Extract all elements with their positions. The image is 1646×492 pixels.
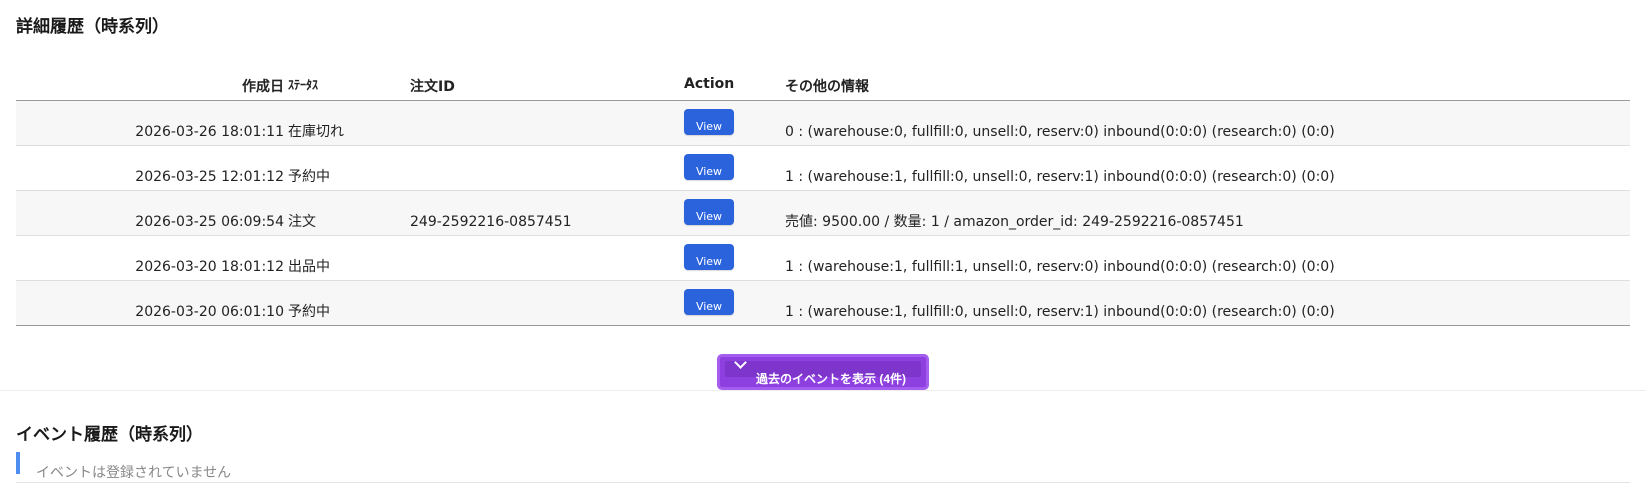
empty-event-notice: イベントは登録されていません	[16, 452, 1630, 483]
row-status: 出品中	[288, 259, 330, 275]
row-info: 1 : (warehouse:1, fullfill:0, unsell:0, …	[785, 304, 1335, 320]
view-button[interactable]: View	[684, 154, 734, 180]
row-date: 2026-03-20 06:01:10	[135, 304, 284, 320]
view-button[interactable]: View	[684, 199, 734, 225]
table-row: 2026-03-25 06:09:54 注文 249-2592216-08574…	[16, 191, 1630, 236]
show-past-events-label: 過去のイベントを表示 (4件)	[756, 372, 907, 386]
table-header: 作成日 ｽﾃｰﾀｽ 注文ID Action その他の情報	[16, 72, 1630, 101]
row-order-id: 249-2592216-0857451	[410, 214, 572, 230]
row-date: 2026-03-26 18:01:11	[135, 124, 284, 140]
row-date: 2026-03-25 06:09:54	[135, 214, 284, 230]
view-button[interactable]: View	[684, 109, 734, 135]
show-past-events-button[interactable]: 過去のイベントを表示 (4件)	[717, 354, 929, 390]
row-info: 1 : (warehouse:1, fullfill:1, unsell:0, …	[785, 259, 1335, 275]
event-history-title: イベント履歴（時系列）	[16, 425, 203, 445]
row-date: 2026-03-20 18:01:12	[135, 259, 284, 275]
row-status: 在庫切れ	[288, 124, 344, 140]
row-info: 0 : (warehouse:0, fullfill:0, unsell:0, …	[785, 124, 1335, 140]
header-order-id: 注文ID	[410, 79, 455, 95]
table-row: 2026-03-20 18:01:12 出品中 View 1 : (wareho…	[16, 236, 1630, 281]
header-other-info: その他の情報	[785, 79, 869, 95]
header-created-date: 作成日	[242, 79, 284, 95]
header-action: Action	[684, 76, 735, 92]
empty-event-text: イベントは登録されていません	[36, 465, 232, 481]
view-button[interactable]: View	[684, 244, 734, 270]
page: 詳細履歴（時系列） 作成日 ｽﾃｰﾀｽ 注文ID Action その他の情報 2…	[0, 0, 1646, 492]
row-date: 2026-03-25 12:01:12	[135, 169, 284, 185]
accent-bar	[16, 452, 20, 474]
row-status: 注文	[288, 214, 316, 230]
header-status: ｽﾃｰﾀｽ	[288, 78, 319, 92]
table-row: 2026-03-25 12:01:12 予約中 View 1 : (wareho…	[16, 146, 1630, 191]
row-status: 予約中	[288, 304, 330, 320]
section-divider	[0, 390, 1646, 391]
row-info: 1 : (warehouse:1, fullfill:0, unsell:0, …	[785, 169, 1335, 185]
detail-history-title: 詳細履歴（時系列）	[16, 17, 169, 37]
row-status: 予約中	[288, 169, 330, 185]
table-row: 2026-03-20 06:01:10 予約中 View 1 : (wareho…	[16, 281, 1630, 326]
row-info: 売値: 9500.00 / 数量: 1 / amazon_order_id: 2…	[785, 214, 1244, 230]
view-button[interactable]: View	[684, 289, 734, 315]
table-row: 2026-03-26 18:01:11 在庫切れ View 0 : (wareh…	[16, 101, 1630, 146]
detail-history-table: 作成日 ｽﾃｰﾀｽ 注文ID Action その他の情報 2026-03-26 …	[16, 72, 1630, 326]
